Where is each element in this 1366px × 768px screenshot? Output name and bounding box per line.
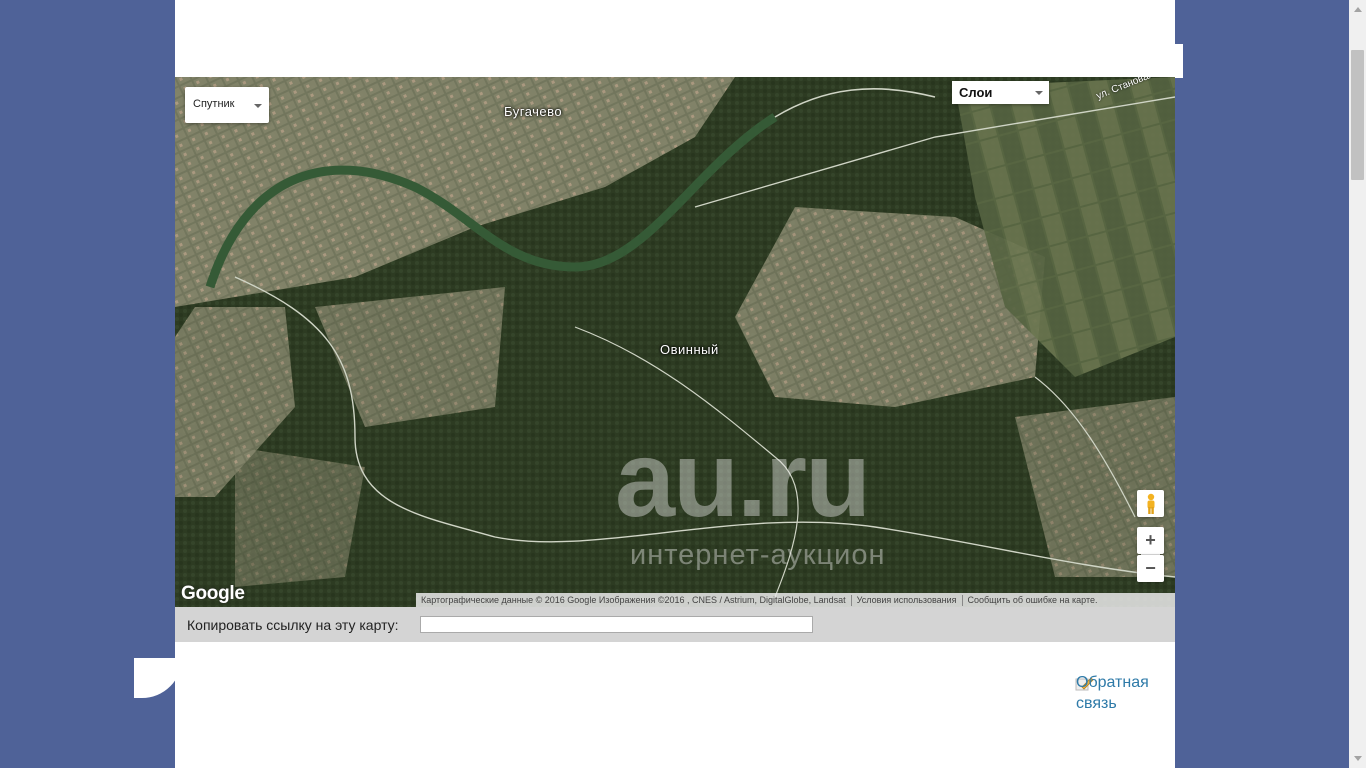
place-label-bugachevo: Бугачево (504, 104, 563, 119)
feedback-line-1: Обратная (1076, 674, 1149, 691)
scroll-down-icon[interactable] (1354, 756, 1362, 761)
terms-link[interactable]: Условия использования (857, 595, 957, 605)
scrollbar-thumb[interactable] (1351, 50, 1364, 180)
scroll-up-icon[interactable] (1354, 7, 1362, 12)
browser-viewport: { "map": { "type_selector": "Спутник", "… (0, 0, 1366, 768)
map-type-selector[interactable]: Спутник (185, 87, 269, 123)
header-area (175, 0, 1175, 77)
zoom-out-button[interactable]: − (1137, 555, 1164, 582)
attribution-divider (850, 594, 852, 606)
chevron-down-icon (1035, 91, 1043, 95)
watermark-tagline: интернет-аукцион (630, 539, 886, 571)
watermark-brand: au.ru (615, 418, 871, 539)
minus-icon: − (1145, 558, 1156, 578)
copy-link-bar: Копировать ссылку на эту карту: (175, 607, 1175, 642)
layers-label: Слои (959, 85, 993, 100)
feedback-line-2: связь (1076, 695, 1117, 712)
place-label-ovinny: Овинный (660, 342, 719, 357)
copy-link-input[interactable] (420, 616, 813, 633)
vertical-scrollbar[interactable] (1349, 0, 1366, 768)
copy-link-label: Копировать ссылку на эту карту: (187, 617, 399, 633)
map-attribution-bar: Картографические данные © 2016 Google Из… (416, 593, 1175, 607)
chevron-down-icon (254, 104, 262, 108)
feedback-link[interactable]: Обратная связь (1076, 672, 1149, 714)
report-error-link[interactable]: Сообщить об ошибке на карте. (968, 595, 1098, 605)
plus-icon: + (1145, 530, 1156, 550)
pegman-icon[interactable] (1137, 490, 1164, 517)
layers-selector[interactable]: Слои (952, 81, 1049, 104)
page-content: Спутник Слои Бугачево Овинный ул. Станов… (175, 0, 1183, 768)
google-logo[interactable]: Google (181, 583, 245, 605)
header-overflow (1075, 44, 1183, 78)
attribution-divider (961, 594, 963, 606)
zoom-in-button[interactable]: + (1137, 527, 1164, 554)
satellite-map[interactable]: Спутник Слои Бугачево Овинный ул. Станов… (175, 77, 1175, 607)
map-type-label: Спутник (193, 98, 235, 110)
map-data-attribution: Картографические данные © 2016 Google Из… (421, 595, 846, 605)
